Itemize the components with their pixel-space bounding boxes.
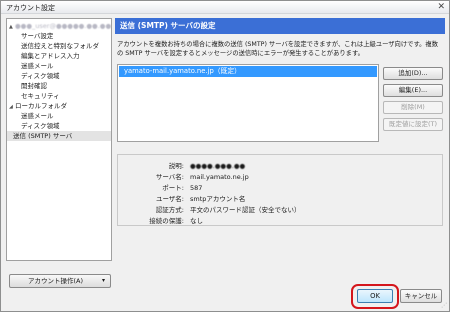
- tree-item-smtp[interactable]: 送信 (SMTP) サーバ: [7, 131, 111, 141]
- smtp-settings-panel: 送信 (SMTP) サーバの設定 アカウントを複数お持ちの場合に複数の送信 (S…: [115, 18, 445, 264]
- edit-button[interactable]: 編集(E)...: [383, 84, 443, 97]
- tree-item-server-settings[interactable]: サーバ設定: [21, 31, 53, 41]
- local-folders-label: ローカルフォルダ: [15, 102, 67, 110]
- tree-item-security[interactable]: セキュリティ: [21, 91, 60, 101]
- account-tree: ▲ ●●●_user@●●●●●.●●.●● サーバ設定 送信控えと特別なフォルダ…: [6, 18, 112, 261]
- resize-grip-icon[interactable]: ⋰: [441, 302, 447, 309]
- detail-connection-security: 接続の保護: なし: [149, 217, 203, 225]
- dropdown-caret-icon: ▾: [101, 277, 105, 284]
- window-title: アカウント設定: [6, 4, 55, 12]
- account-name-label: ●●●_user@●●●●●.●●.●●: [15, 22, 112, 30]
- account-actions-button[interactable]: アカウント操作(A) ▾: [9, 274, 111, 288]
- tree-item-composition[interactable]: 編集とアドレス入力: [21, 51, 80, 61]
- tree-item-copies-folders[interactable]: 送信控えと特別なフォルダ: [21, 41, 99, 51]
- account-settings-window: アカウント設定 ✕ ▲ ●●●_user@●●●●●.●●.●● サーバ設定 送信…: [0, 0, 450, 312]
- add-button[interactable]: 追加(D)...: [383, 67, 443, 80]
- account-actions-label: アカウント操作(A): [28, 277, 84, 285]
- delete-button[interactable]: 削除(M): [383, 101, 443, 114]
- server-details: 説明: ●●●●.●●●.●● サーバ名: mail.yamato.ne.jp …: [117, 154, 443, 226]
- detail-description: 説明: ●●●●.●●●.●●: [168, 162, 246, 170]
- tree-item-local-junk[interactable]: 迷惑メール: [21, 111, 54, 121]
- close-icon[interactable]: ✕: [437, 2, 445, 12]
- detail-auth-method: 認証方式: 平文のパスワード認証（安全でない）: [155, 206, 301, 214]
- panel-description: アカウントを複数お持ちの場合に複数の送信 (SMTP) サーバを設定できますが、…: [117, 41, 438, 57]
- tree-item-account[interactable]: ▲ ●●●_user@●●●●●.●●.●●: [9, 21, 111, 31]
- panel-header: 送信 (SMTP) サーバの設定: [115, 18, 445, 34]
- cancel-button[interactable]: キャンセル: [400, 289, 442, 303]
- set-default-button[interactable]: 既定値に設定(T): [383, 118, 443, 131]
- tree-item-junk[interactable]: 迷惑メール: [21, 61, 54, 71]
- smtp-server-row[interactable]: yamato-mail.yamato.ne.jp（既定）: [119, 66, 377, 77]
- tree-item-disk-space[interactable]: ディスク領域: [21, 71, 60, 81]
- detail-port: ポート: 587: [162, 184, 203, 192]
- detail-server-name: サーバ名: mail.yamato.ne.jp: [155, 173, 249, 181]
- title-bar: アカウント設定 ✕: [1, 1, 449, 14]
- detail-user-name: ユーザ名: smtpアカウント名: [155, 195, 246, 203]
- smtp-server-list[interactable]: yamato-mail.yamato.ne.jp（既定）: [117, 64, 379, 142]
- tree-item-local-disk-space[interactable]: ディスク領域: [21, 121, 60, 131]
- tree-item-receipts[interactable]: 開封確認: [21, 81, 47, 91]
- tree-item-local-folders[interactable]: ◢ ローカルフォルダ: [9, 101, 67, 111]
- ok-button[interactable]: OK: [357, 289, 393, 303]
